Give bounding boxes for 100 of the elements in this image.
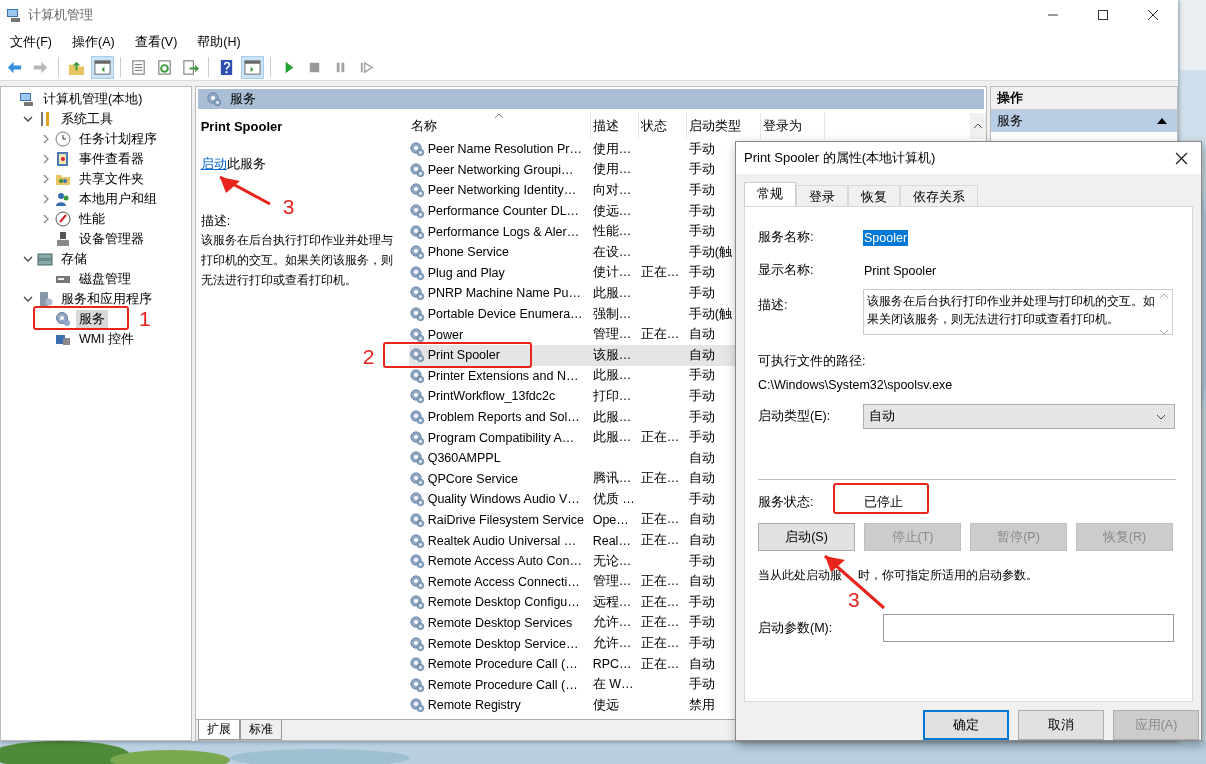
table-cell: 正在… xyxy=(640,511,680,529)
action-pane-icon[interactable] xyxy=(241,55,264,79)
table-cell: 自动 xyxy=(688,470,715,488)
table-cell: 手动 xyxy=(688,635,715,653)
view-tab[interactable]: 标准 xyxy=(239,720,282,740)
service-gear-icon xyxy=(408,676,425,693)
service-row[interactable]: Remote Procedure Call (… 在 W… 手动 xyxy=(408,674,987,696)
table-cell: 打印… xyxy=(592,387,632,405)
field-label: 启动类型(E): xyxy=(758,408,832,425)
clock-icon xyxy=(55,131,71,147)
view-tab[interactable]: 扩展 xyxy=(197,720,240,740)
table-cell: 使用… xyxy=(592,140,632,158)
table-cell: 使计… xyxy=(592,264,632,282)
tab[interactable]: 恢复 xyxy=(848,185,900,206)
column-header[interactable]: 状态 xyxy=(638,113,687,139)
tree-item[interactable]: 存储 xyxy=(58,249,90,269)
chevron-down-icon[interactable] xyxy=(23,294,33,304)
scrollbar[interactable] xyxy=(970,113,987,139)
tab[interactable]: 常规 xyxy=(744,182,796,206)
tree-item[interactable]: 任务计划程序 xyxy=(76,129,160,149)
actions-section[interactable]: 服务 xyxy=(991,110,1177,132)
tree-item[interactable]: 系统工具 xyxy=(58,109,116,129)
service-gear-icon xyxy=(408,141,425,158)
tree-item[interactable]: 服务和应用程序 xyxy=(58,289,155,309)
service-gear-icon xyxy=(408,388,425,405)
tree-item[interactable]: 设备管理器 xyxy=(76,229,147,249)
service-gear-icon xyxy=(408,306,425,323)
tree-item[interactable]: 本地用户和组 xyxy=(76,189,160,209)
service-name: RaiDrive Filesystem Service xyxy=(427,513,584,527)
tree-item[interactable]: 服务 xyxy=(76,309,108,329)
service-row[interactable]: Remote Procedure Call (… RPC… 正在… 自动 xyxy=(408,653,987,675)
tree-item[interactable]: 共享文件夹 xyxy=(76,169,147,189)
service-gear-icon xyxy=(408,285,425,302)
tree-item[interactable]: WMI 控件 xyxy=(76,329,138,349)
column-header[interactable]: 启动类型 xyxy=(686,113,761,139)
table-cell: 正在… xyxy=(640,614,680,632)
service-name: Problem Reports and Sol… xyxy=(427,410,580,424)
service-control-button[interactable]: 启动(S) xyxy=(758,523,855,551)
service-gear-icon xyxy=(408,614,425,631)
table-cell: 手动 xyxy=(688,387,715,405)
chevron-down-icon[interactable] xyxy=(23,254,33,264)
dialog-button[interactable]: 确定 xyxy=(923,710,1009,740)
scroll-up-icon xyxy=(973,123,984,129)
service-gear-icon xyxy=(408,223,425,240)
tab[interactable]: 依存关系 xyxy=(900,185,978,206)
menu-item[interactable]: 帮助(H) xyxy=(190,31,248,53)
table-cell: 此服… xyxy=(592,284,632,302)
tree-item[interactable]: 事件查看器 xyxy=(76,149,147,169)
service-name: Printer Extensions and N… xyxy=(427,368,579,383)
service-row[interactable]: QPCore Service 腾讯… 正在… 自动 xyxy=(408,468,987,490)
column-header[interactable]: 描述 xyxy=(590,113,639,139)
tree-item[interactable]: 性能 xyxy=(76,209,108,229)
computer-icon xyxy=(6,7,22,23)
start-link[interactable]: 启动 xyxy=(200,157,227,171)
table-cell: 正在… xyxy=(640,264,680,282)
service-gear-icon xyxy=(408,491,425,508)
column-header[interactable]: 登录为 xyxy=(760,113,825,139)
tree-item[interactable]: 计算机管理(本地) xyxy=(40,89,146,109)
service-row[interactable]: Q360AMPPL 自动 xyxy=(408,447,987,469)
chevron-right-icon[interactable] xyxy=(41,194,51,204)
chevron-right-icon[interactable] xyxy=(41,174,51,184)
storage-icon xyxy=(37,251,53,267)
service-name: Quality Windows Audio V… xyxy=(427,492,580,507)
service-gear-icon xyxy=(408,367,425,384)
chevron-right-icon[interactable] xyxy=(41,214,51,224)
field-label: 服务名称: xyxy=(758,229,815,246)
table-cell: 手动 xyxy=(688,182,715,199)
dialog-button[interactable]: 取消 xyxy=(1018,710,1104,740)
table-cell: 手动 xyxy=(688,429,715,447)
service-gear-icon xyxy=(408,264,425,281)
service-gear-icon xyxy=(408,656,425,673)
tree-pane-icon[interactable] xyxy=(91,55,114,79)
column-header[interactable]: 名称 xyxy=(408,113,591,139)
tab[interactable]: 登录 xyxy=(796,185,848,206)
tree-item[interactable]: 磁盘管理 xyxy=(76,269,134,289)
start-parameters-field[interactable] xyxy=(883,614,1174,642)
startup-type-dropdown[interactable]: 自动 xyxy=(863,404,1175,429)
device-icon xyxy=(55,231,71,247)
service-gear-icon xyxy=(408,512,425,528)
menu-item[interactable]: 操作(A) xyxy=(64,31,122,53)
service-gear-icon xyxy=(408,635,425,652)
service-row[interactable]: Program Compatibility A… 此服… 正在… 手动 xyxy=(408,427,987,448)
service-name: Print Spooler xyxy=(427,348,500,363)
table-cell: 正在… xyxy=(640,532,680,550)
chevron-right-icon[interactable] xyxy=(41,134,51,144)
menu-item[interactable]: 文件(F) xyxy=(3,31,59,53)
service-name: Remote Desktop Services xyxy=(427,615,573,630)
close-icon xyxy=(1147,9,1159,21)
description-box[interactable]: 该服务在后台执行打印作业并处理与打印机的交互。如果关闭该服务，则无法进行打印或查看打印机。 xyxy=(863,289,1173,335)
service-gear-icon xyxy=(408,573,425,590)
service-name: Performance Counter DL… xyxy=(427,204,580,219)
chevron-right-icon[interactable] xyxy=(41,154,51,164)
menu-item[interactable]: 查看(V) xyxy=(127,31,185,53)
table-cell: 此服… xyxy=(592,408,632,426)
table-cell: Ope… xyxy=(592,513,629,527)
actions-title: 操作 xyxy=(991,87,1177,110)
table-cell: 正在… xyxy=(640,470,680,488)
table-cell: 此服… xyxy=(592,367,632,385)
service-name: QPCore Service xyxy=(427,471,518,486)
chevron-down-icon[interactable] xyxy=(23,114,33,124)
